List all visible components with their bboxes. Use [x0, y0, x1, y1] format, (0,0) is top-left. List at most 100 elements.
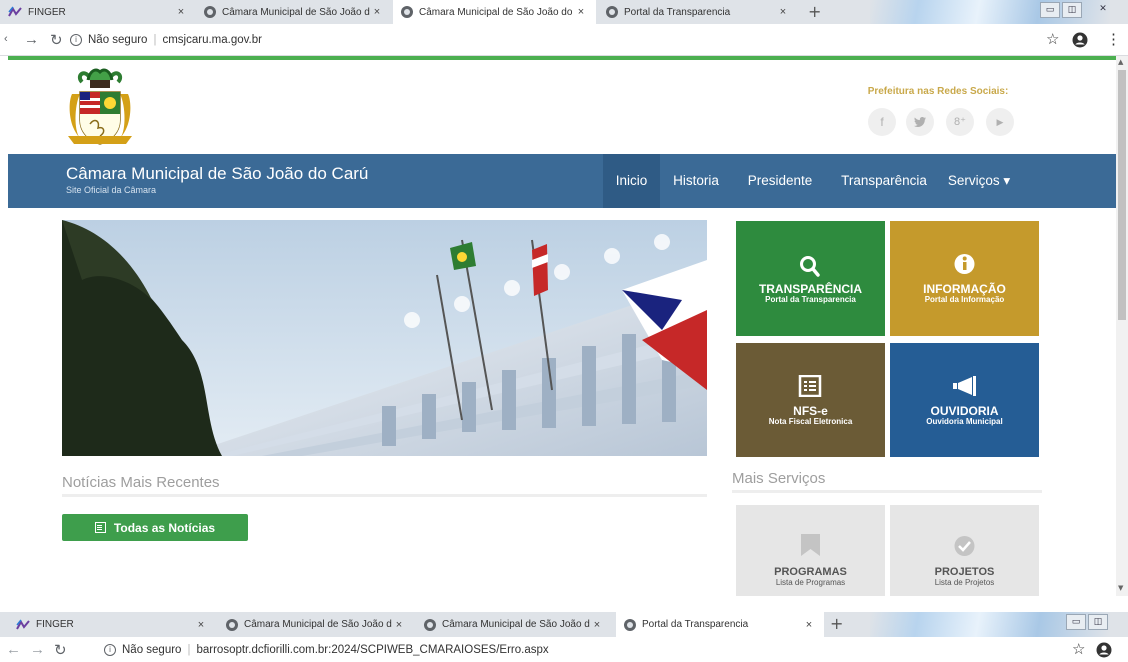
security-label: Não seguro — [88, 34, 148, 46]
globe-icon — [226, 618, 238, 631]
tab-label: Câmara Municipal de São João do Carú — [244, 619, 392, 630]
star-icon[interactable]: ☆ — [1046, 30, 1059, 48]
account-icon[interactable] — [1072, 32, 1088, 48]
info-icon[interactable]: i — [70, 34, 82, 46]
google-plus-icon[interactable]: 8⁺ — [946, 108, 974, 136]
nav-item-inicio[interactable]: Inicio — [603, 154, 660, 208]
close-icon[interactable]: × — [776, 6, 790, 18]
tab-label: Portal da Transparencia — [624, 6, 731, 18]
forward-icon[interactable]: → — [24, 31, 39, 48]
tab-portal-transparencia[interactable]: Portal da Transparencia × — [616, 612, 824, 637]
close-icon[interactable]: × — [174, 6, 188, 18]
separator: | — [153, 34, 157, 46]
youtube-icon[interactable]: ▶ — [986, 108, 1014, 136]
url-field[interactable]: i Não seguro | cmsjcaru.ma.gov.br — [70, 29, 262, 51]
tile-title: OUVIDORIA — [930, 404, 999, 418]
restore-button[interactable]: ◫ — [1062, 2, 1082, 18]
tile-subtitle: Portal da Transparencia — [765, 295, 856, 304]
tile-title: INFORMAÇÃO — [923, 282, 1006, 296]
close-icon[interactable]: × — [370, 6, 384, 18]
address-bar-bottom: ← → ↻ i Não seguro | barrosoptr.dcfioril… — [0, 637, 1128, 662]
tab-finger[interactable]: FINGER × — [8, 612, 216, 637]
separator: | — [187, 644, 191, 656]
search-icon — [800, 256, 820, 277]
all-news-label: Todas as Notícias — [113, 520, 216, 535]
megaphone-icon — [953, 376, 976, 396]
tab-camara-2[interactable]: Câmara Municipal de São João do Carú × — [416, 612, 612, 637]
new-tab-button[interactable]: + — [808, 2, 821, 21]
twitter-icon[interactable] — [906, 108, 934, 136]
globe-icon — [624, 618, 636, 631]
url-field[interactable]: i Não seguro | barrosoptr.dcfiorilli.com… — [104, 639, 549, 661]
tab-label: Câmara Municipal de São João do Carú — [442, 619, 590, 630]
tile-informacao[interactable]: INFORMAÇÃO Portal da Informação — [890, 221, 1039, 336]
url-text: cmsjcaru.ma.gov.br — [162, 34, 262, 46]
star-icon[interactable]: ☆ — [1072, 640, 1085, 658]
nav-item-presidente[interactable]: Presidente — [742, 154, 818, 208]
account-icon[interactable] — [1096, 642, 1112, 658]
minimize-button[interactable]: ▭ — [1066, 614, 1086, 630]
tile-subtitle: Portal da Informação — [924, 295, 1005, 304]
facebook-icon[interactable]: f — [868, 108, 896, 136]
back-icon[interactable]: ← — [6, 641, 21, 658]
globe-icon — [606, 6, 618, 18]
tile-projetos[interactable]: PROJETOS Lista de Projetos — [890, 505, 1039, 596]
tab-finger[interactable]: FINGER × — [0, 0, 196, 24]
close-icon[interactable]: × — [590, 619, 604, 631]
tile-ouvidoria[interactable]: OUVIDORIA Ouvidoria Municipal — [890, 343, 1039, 457]
tile-title: NFS-e — [793, 404, 828, 418]
scroll-thumb[interactable] — [1118, 70, 1126, 320]
tab-camara-1[interactable]: Câmara Municipal de São João do Carú × — [218, 612, 414, 637]
tab-camara-2[interactable]: Câmara Municipal de São João do Carú × — [393, 0, 596, 24]
reload-icon[interactable]: ↻ — [54, 641, 67, 659]
tab-portal-transparencia[interactable]: Portal da Transparencia × — [598, 0, 798, 24]
tab-label: FINGER — [28, 6, 66, 18]
finger-logo-icon — [8, 6, 22, 17]
more-services-divider — [732, 490, 1042, 493]
close-icon[interactable]: × — [574, 6, 588, 18]
globe-icon — [401, 6, 413, 18]
tile-programas[interactable]: PROGRAMAS Lista de Programas — [736, 505, 885, 596]
tile-subtitle: Nota Fiscal Eletronica — [768, 417, 853, 426]
nav-item-transparencia[interactable]: Transparência — [836, 154, 932, 208]
close-icon[interactable]: × — [194, 619, 208, 631]
bookmark-icon — [801, 534, 820, 556]
finger-logo-icon — [16, 619, 30, 629]
close-icon[interactable]: × — [392, 619, 406, 631]
list-icon — [798, 375, 822, 397]
globe-icon — [204, 6, 216, 18]
tile-title: TRANSPARÊNCIA — [758, 282, 863, 296]
menu-dots-icon[interactable]: ⋮ — [1106, 30, 1121, 48]
tile-nfse[interactable]: NFS-e Nota Fiscal Eletronica — [736, 343, 885, 457]
tile-title: PROJETOS — [934, 566, 995, 578]
scroll-up-icon[interactable]: ▲ — [1118, 58, 1123, 66]
tab-label: Câmara Municipal de São João do Carú — [419, 6, 574, 18]
url-text: barrosoptr.dcfiorilli.com.br:2024/SCPIWE… — [196, 644, 549, 656]
top-accent-line — [8, 56, 1116, 60]
tile-transparencia[interactable]: TRANSPARÊNCIA Portal da Transparencia — [736, 221, 885, 336]
tab-strip-bottom: FINGER × Câmara Municipal de São João do… — [0, 612, 1128, 637]
tile-subtitle: Lista de Projetos — [934, 578, 995, 587]
tile-title: PROGRAMAS — [774, 566, 847, 578]
close-window-button[interactable]: ✕ — [1090, 2, 1116, 18]
all-news-button[interactable]: Todas as Notícias — [62, 514, 248, 541]
news-section-title: Notícias Mais Recentes — [62, 474, 220, 491]
restore-button[interactable]: ◫ — [1088, 614, 1108, 630]
site-title[interactable]: Câmara Municipal de São João do Carú — [66, 164, 368, 184]
tab-camara-1[interactable]: Câmara Municipal de São João do Carú × — [196, 0, 392, 24]
reload-icon[interactable]: ↻ — [50, 31, 63, 49]
back-icon[interactable]: ‹ — [4, 33, 8, 45]
scroll-down-icon[interactable]: ▼ — [1118, 584, 1123, 592]
close-icon[interactable]: × — [802, 619, 816, 631]
news-divider — [62, 494, 707, 497]
coat-of-arms-logo — [68, 68, 132, 145]
page-scrollbar[interactable]: ▲ ▼ — [1116, 56, 1128, 596]
nav-item-historia[interactable]: Historia — [668, 154, 724, 208]
nav-item-servicos[interactable]: Serviços ▾ — [938, 154, 1020, 208]
tab-label: Câmara Municipal de São João do Carú — [222, 6, 370, 18]
minimize-button[interactable]: ▭ — [1040, 2, 1060, 18]
check-circle-icon — [954, 536, 975, 556]
new-tab-button[interactable]: + — [830, 614, 843, 633]
forward-icon[interactable]: → — [30, 641, 45, 658]
info-icon[interactable]: i — [104, 644, 116, 656]
